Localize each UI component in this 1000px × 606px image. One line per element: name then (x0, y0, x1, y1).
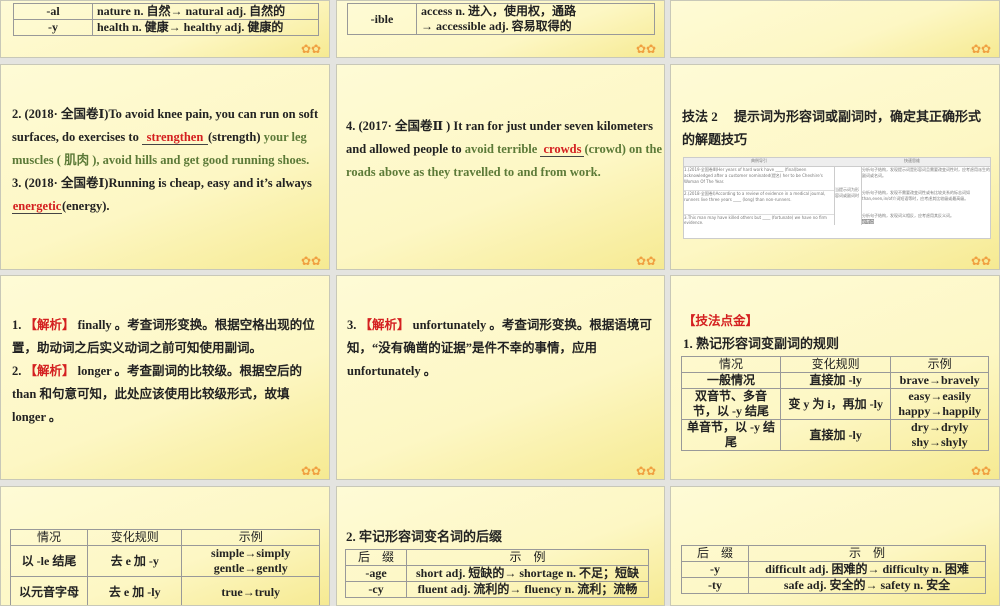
example-table-image: 典例导引快速思维 1.(2019·全国卷Ⅲ)Her years of hard … (683, 157, 991, 239)
text: 当提示词为形容词或副词时 (834, 167, 862, 225)
text: 2. (12, 364, 25, 378)
text: easy→easily happy→happily (891, 389, 989, 420)
rules-table: 情况变化规则示例 以 -le 结尾去 e 加 -ysimple→simply g… (10, 529, 320, 606)
text: difficult adj. 困难的→ difficulty n. 困难 (749, 562, 986, 578)
text: 示例 (182, 530, 320, 546)
text: dry→dryly shy→shyly (891, 420, 989, 451)
text: energetic (12, 199, 62, 214)
text: 分析句子结构，发现不需要改变词性或有比较关系的标志词如than,even,in/… (862, 190, 990, 213)
suffix-table: -ible access n. 进入，使用权，通路→ accessible adj… (347, 3, 655, 35)
text: -cy (346, 582, 407, 598)
text: 直接加 -ly (781, 373, 891, 389)
text: 后 缀 (346, 550, 407, 566)
text: (strength) (208, 130, 261, 144)
text: 必考点 (862, 219, 874, 224)
text: 情况 (11, 530, 88, 546)
slide-thumbnail[interactable]: 1. 【解析】 finally 。考查词形变换。根据空格出现的位置，助动词之后实… (0, 275, 330, 480)
slide-thumbnail[interactable]: -alnature n. 自然→ natural adj. 自然的 -yheal… (0, 0, 330, 58)
text: 变化规则 (781, 357, 891, 373)
example-cell: nature n. 自然→ natural adj. 自然的 (93, 4, 319, 20)
slide-title: 技法 2 提示词为形容词或副词时，确定其正确形式的解题技巧 (682, 105, 992, 151)
text: safe adj. 安全的→ safety n. 安全 (749, 578, 986, 594)
suffix-cell: -ible (348, 4, 417, 35)
text: 以 -le 结尾 (11, 546, 88, 577)
text: 3.This man may have killed others but __… (684, 215, 834, 225)
text: 去 e 加 -y (88, 546, 182, 577)
text: 3. (2018· 全国卷Ⅰ)Running is cheap, easy an… (12, 176, 312, 190)
text: 示 例 (407, 550, 649, 566)
subheading: 1. 熟记形容词变副词的规则 (683, 332, 839, 355)
subheading: 2. 牢记形容词变名词的后缀 (346, 525, 502, 548)
text: strengthen (142, 130, 208, 145)
text: (energy). (62, 199, 110, 213)
slide-thumbnail[interactable]: 【技法点金】 1. 熟记形容词变副词的规则 情况变化规则示例 一般情况直接加 -… (670, 275, 1000, 480)
leaf-icon: ✿✿ (301, 465, 323, 477)
question-text: 2. (2018· 全国卷Ⅰ)To avoid knee pain, you c… (12, 103, 324, 218)
leaf-icon: ✿✿ (301, 255, 323, 267)
example-line: → accessible adj. 容易取得的 (421, 19, 650, 34)
slide-thumbnail[interactable]: 技法 2 提示词为形容词或副词时，确定其正确形式的解题技巧 典例导引快速思维 1… (670, 64, 1000, 270)
example-line: access n. 进入，使用权，通路 (421, 4, 650, 19)
suffix-cell: -y (14, 20, 93, 36)
text: 直接加 -ly (781, 420, 891, 451)
text: 1. (12, 318, 25, 332)
leaf-icon: ✿✿ (971, 465, 993, 477)
leaf-icon: ✿✿ (636, 43, 658, 55)
leaf-icon: ✿✿ (636, 465, 658, 477)
suffix-table: 后 缀示 例 -ydifficult adj. 困难的→ difficulty … (681, 545, 986, 594)
text: -age (346, 566, 407, 582)
text: 分析句子结构，发现提示词是形容词且需要改变词性时，应考虑用派生的副词或名词。 (862, 167, 990, 190)
text: 变化规则 (88, 530, 182, 546)
text: 示 例 (749, 546, 986, 562)
text: 快速思维 (834, 158, 990, 166)
text: 1.(2019·全国卷Ⅲ)Her years of hard work have… (684, 167, 834, 191)
text: 示例 (891, 357, 989, 373)
text: -y (682, 562, 749, 578)
slide-thumbnail[interactable]: 后 缀示 例 -ydifficult adj. 困难的→ difficulty … (670, 486, 1000, 606)
text: 【解析】 (25, 318, 75, 332)
text: true→truly (182, 577, 320, 606)
section-heading: 【技法点金】 (683, 310, 758, 333)
slide-thumbnail[interactable]: 2. 牢记形容词变名词的后缀 后 缀示 例 -ageshort adj. 短缺的… (336, 486, 665, 606)
text: 2.(2018·全国卷Ⅰ)According to a review of ev… (684, 191, 834, 215)
text: 以元音字母 (11, 577, 88, 606)
slide-thumbnail[interactable]: 2. (2018· 全国卷Ⅰ)To avoid knee pain, you c… (0, 64, 330, 270)
text: 去 e 加 -ly (88, 577, 182, 606)
leaf-icon: ✿✿ (636, 255, 658, 267)
text: 变 y 为 i，再加 -ly (781, 389, 891, 420)
text: 后 缀 (682, 546, 749, 562)
text: simple→simply gentle→gently (182, 546, 320, 577)
slide-thumbnail[interactable]: ✿✿ (670, 0, 1000, 58)
suffix-cell: -al (14, 4, 93, 20)
text: crowds (540, 142, 584, 157)
text: 3. (347, 318, 360, 332)
text: 【解析】 (360, 318, 410, 332)
text: brave→bravely (891, 373, 989, 389)
answer-explanation: 3. 【解析】 unfortunately 。考查词形变换。根据语境可知，“没有… (347, 314, 657, 383)
example-cell: health n. 健康→ healthy adj. 健康的 (93, 20, 319, 36)
text: 情况 (682, 357, 781, 373)
text: 双音节、多音节，以 -y 结尾 (682, 389, 781, 420)
answer-explanation: 1. 【解析】 finally 。考查词形变换。根据空格出现的位置，助动词之后实… (12, 314, 322, 429)
slide-thumbnail[interactable]: 3. 【解析】 unfortunately 。考查词形变换。根据语境可知，“没有… (336, 275, 665, 480)
slide-thumbnail[interactable]: -ible access n. 进入，使用权，通路→ accessible adj… (336, 0, 665, 58)
slide-thumbnail[interactable]: 4. (2017· 全国卷Ⅱ ) It ran for just under s… (336, 64, 665, 270)
text: avoid terrible (465, 142, 541, 156)
suffix-table: -alnature n. 自然→ natural adj. 自然的 -yheal… (13, 3, 319, 36)
text: 【解析】 (25, 364, 75, 378)
text: 分析句子结构，发现词义相反，应考虑用其反义词。 (862, 213, 990, 219)
text: 一般情况 (682, 373, 781, 389)
text: short adj. 短缺的→ shortage n. 不足；短缺 (407, 566, 649, 582)
question-text: 4. (2017· 全国卷Ⅱ ) It ran for just under s… (346, 115, 665, 184)
text: 单音节，以 -y 结尾 (682, 420, 781, 451)
text: -ty (682, 578, 749, 594)
slide-thumbnail[interactable]: 情况变化规则示例 以 -le 结尾去 e 加 -ysimple→simply g… (0, 486, 330, 606)
text: fluent adj. 流利的→ fluency n. 流利；流畅 (407, 582, 649, 598)
leaf-icon: ✿✿ (301, 43, 323, 55)
suffix-table: 后 缀示 例 -ageshort adj. 短缺的→ shortage n. 不… (345, 549, 649, 598)
text: 典例导引 (684, 158, 834, 166)
rules-table: 情况变化规则示例 一般情况直接加 -lybrave→bravely 双音节、多音… (681, 356, 989, 451)
leaf-icon: ✿✿ (971, 43, 993, 55)
leaf-icon: ✿✿ (971, 255, 993, 267)
